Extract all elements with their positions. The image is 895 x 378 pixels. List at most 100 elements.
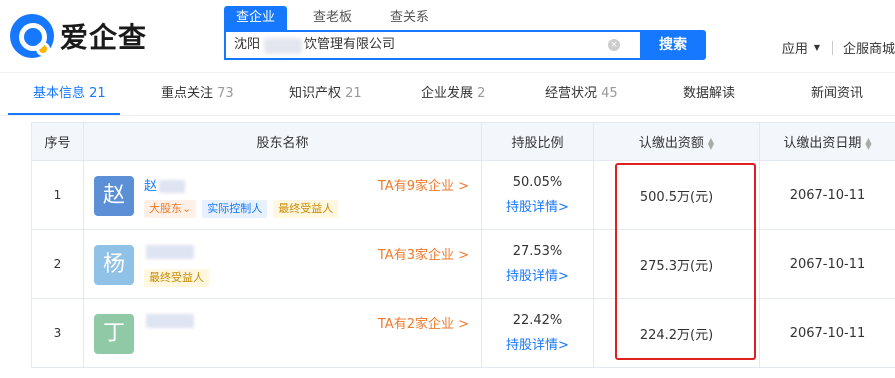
ta-companies-link[interactable]: TA有3家企业 > [378,244,469,263]
tab-relation[interactable]: 查关系 [378,6,441,30]
nav-count: 21 [89,86,106,101]
cell-index: 2 [31,229,84,299]
search-button[interactable]: 搜索 [640,30,706,60]
brand-logo[interactable]: 爱企查 [10,14,147,58]
tag-label: 最终受益人 [278,202,334,215]
nav-basic-info[interactable]: 基本信息 21 [33,73,106,115]
nav-label: 数据解读 [683,86,736,101]
brand-name: 爱企查 [60,21,148,54]
nav-count: 21 [345,86,362,101]
sort-icon[interactable]: ▲ ▼ [708,136,714,150]
clear-icon[interactable]: × [608,39,620,51]
search-value-suffix: 饮管理有限公司 [304,37,396,52]
date-value: 2067-10-11 [789,187,866,203]
biz-mall-link[interactable]: 企服商城 [843,38,895,57]
section-nav: 基本信息 21 重点关注 73 知识产权 21 企业发展 2 经营状况 45 数… [0,72,895,116]
apps-label: 应用 [781,42,808,57]
tab-boss[interactable]: 查老板 [301,6,364,30]
nav-label: 新闻资讯 [811,86,864,101]
holder-tags: 大股东⌄ 实际控制人 最终受益人 [144,200,344,218]
tag-big[interactable]: 大股东⌄ [144,200,197,218]
redacted-name-mask [159,180,186,193]
search-value-prefix: 沈阳 [234,37,261,52]
ratio-value: 50.05% [512,175,563,190]
date-value: 2067-10-11 [789,256,866,272]
tag-ben: 最终受益人 [144,269,209,287]
cell-holder: 杨 TA有3家企业 > 最终受益人 [83,229,482,299]
sort-icon[interactable]: ▲ ▼ [865,136,871,150]
top-header: 爱企查 查企业 查老板 查关系 沈阳 饮管理有限公司 × 搜索 应用 ▼ 企服商城 [0,0,895,72]
top-right-menu: 应用 ▼ 企服商城 [782,38,895,57]
nav-data-insight[interactable]: 数据解读 [683,73,735,115]
cell-index: 1 [31,160,84,230]
holding-detail-link[interactable]: 持股详情> [482,265,593,284]
table-row: 2 杨 TA有3家企业 > 最终受益人 27.53% 持股详情> 275.3万(元) 2067… [31,229,895,299]
active-tab-underline [8,113,120,115]
nav-label: 企业发展 [421,86,474,101]
shareholders-table: 序号 股东名称 持股比例 认缴出资额 ▲ ▼ 认缴出资日期 ▲ ▼ 1 赵赵 TA有9家企业… [31,122,895,378]
cell-date: 2067-10-11 [759,160,895,230]
cell-date: 2067-10-11 [759,298,895,368]
holder-name: 赵 [144,179,158,194]
cell-holder: 赵赵 TA有9家企业 > 大股东⌄ 实际控制人 最终受益人 [83,160,482,230]
ratio-value: 27.53% [512,244,563,259]
table-row: 1 赵赵 TA有9家企业 > 大股东⌄ 实际控制人 最终受益人 50.05% 持股详情> 500… [31,160,895,230]
nav-count: 73 [217,86,234,101]
tag-ctrl: 实际控制人 [202,200,268,218]
avatar[interactable]: 杨 [94,245,134,285]
apps-menu[interactable]: 应用 ▼ [782,38,820,57]
nav-key-focus[interactable]: 重点关注 73 [161,73,234,115]
highlight-annotation-box [615,163,756,360]
holder-tags: 最终受益人 [144,269,215,287]
table-header-row: 序号 股东名称 持股比例 认缴出资额 ▲ ▼ 认缴出资日期 ▲ ▼ [31,122,895,161]
col-index: 序号 [31,122,84,161]
holding-detail-link[interactable]: 持股详情> [482,334,593,353]
tag-label: 最终受益人 [149,271,204,284]
col-ratio: 持股比例 [481,122,594,161]
search-tabs: 查企业 查老板 查关系 [224,6,455,30]
nav-count: 2 [477,86,486,101]
holder-name-link[interactable]: 赵 [144,175,186,194]
nav-label: 知识产权 [289,86,342,101]
nav-operations[interactable]: 经营状况 45 [545,73,618,115]
cell-date: 2067-10-11 [759,229,895,299]
chevron-down-icon: ⌄ [182,202,192,215]
nav-development[interactable]: 企业发展 2 [421,73,485,115]
cell-holder: 丁 TA有2家企业 > [83,298,482,368]
nav-label: 经营状况 [545,86,598,101]
search-box[interactable]: 沈阳 饮管理有限公司 × [224,30,640,60]
col-name: 股东名称 [83,122,482,161]
redacted-text-mask [264,38,302,54]
col-date-label: 认缴出资日期 [783,136,862,151]
avatar[interactable]: 丁 [94,314,134,354]
cell-ratio: 22.42% 持股详情> [481,298,594,368]
date-value: 2067-10-11 [789,325,866,341]
nav-ip[interactable]: 知识产权 21 [289,73,362,115]
tag-ben: 最终受益人 [273,200,339,218]
holder-name-link[interactable] [144,313,194,328]
ta-companies-link[interactable]: TA有2家企业 > [378,313,469,332]
caret-down-icon: ▼ [813,43,820,52]
avatar[interactable]: 赵 [94,176,134,216]
nav-label: 重点关注 [161,86,214,101]
divider [832,40,833,55]
tab-company[interactable]: 查企业 [224,6,288,30]
nav-label: 基本信息 [33,86,86,101]
ta-companies-link[interactable]: TA有9家企业 > [378,175,469,194]
cell-ratio: 50.05% 持股详情> [481,160,594,230]
holding-detail-link[interactable]: 持股详情> [482,196,593,215]
col-amount-label: 认缴出资额 [638,136,704,151]
redacted-name-mask [146,313,194,328]
col-amount[interactable]: 认缴出资额 ▲ ▼ [593,122,760,161]
logo-search-icon [10,14,54,58]
tag-label: 大股东 [149,202,182,215]
cell-ratio: 27.53% 持股详情> [481,229,594,299]
col-date[interactable]: 认缴出资日期 ▲ ▼ [759,122,895,161]
cell-index: 3 [31,298,84,368]
nav-count: 45 [601,86,618,101]
ratio-value: 22.42% [512,313,563,328]
table-row: 3 丁 TA有2家企业 >22.42% 持股详情> 224.2万(元) 2067-10-1… [31,298,895,368]
redacted-name-mask [146,244,194,259]
holder-name-link[interactable] [144,244,194,259]
nav-news[interactable]: 新闻资讯 [811,73,863,115]
